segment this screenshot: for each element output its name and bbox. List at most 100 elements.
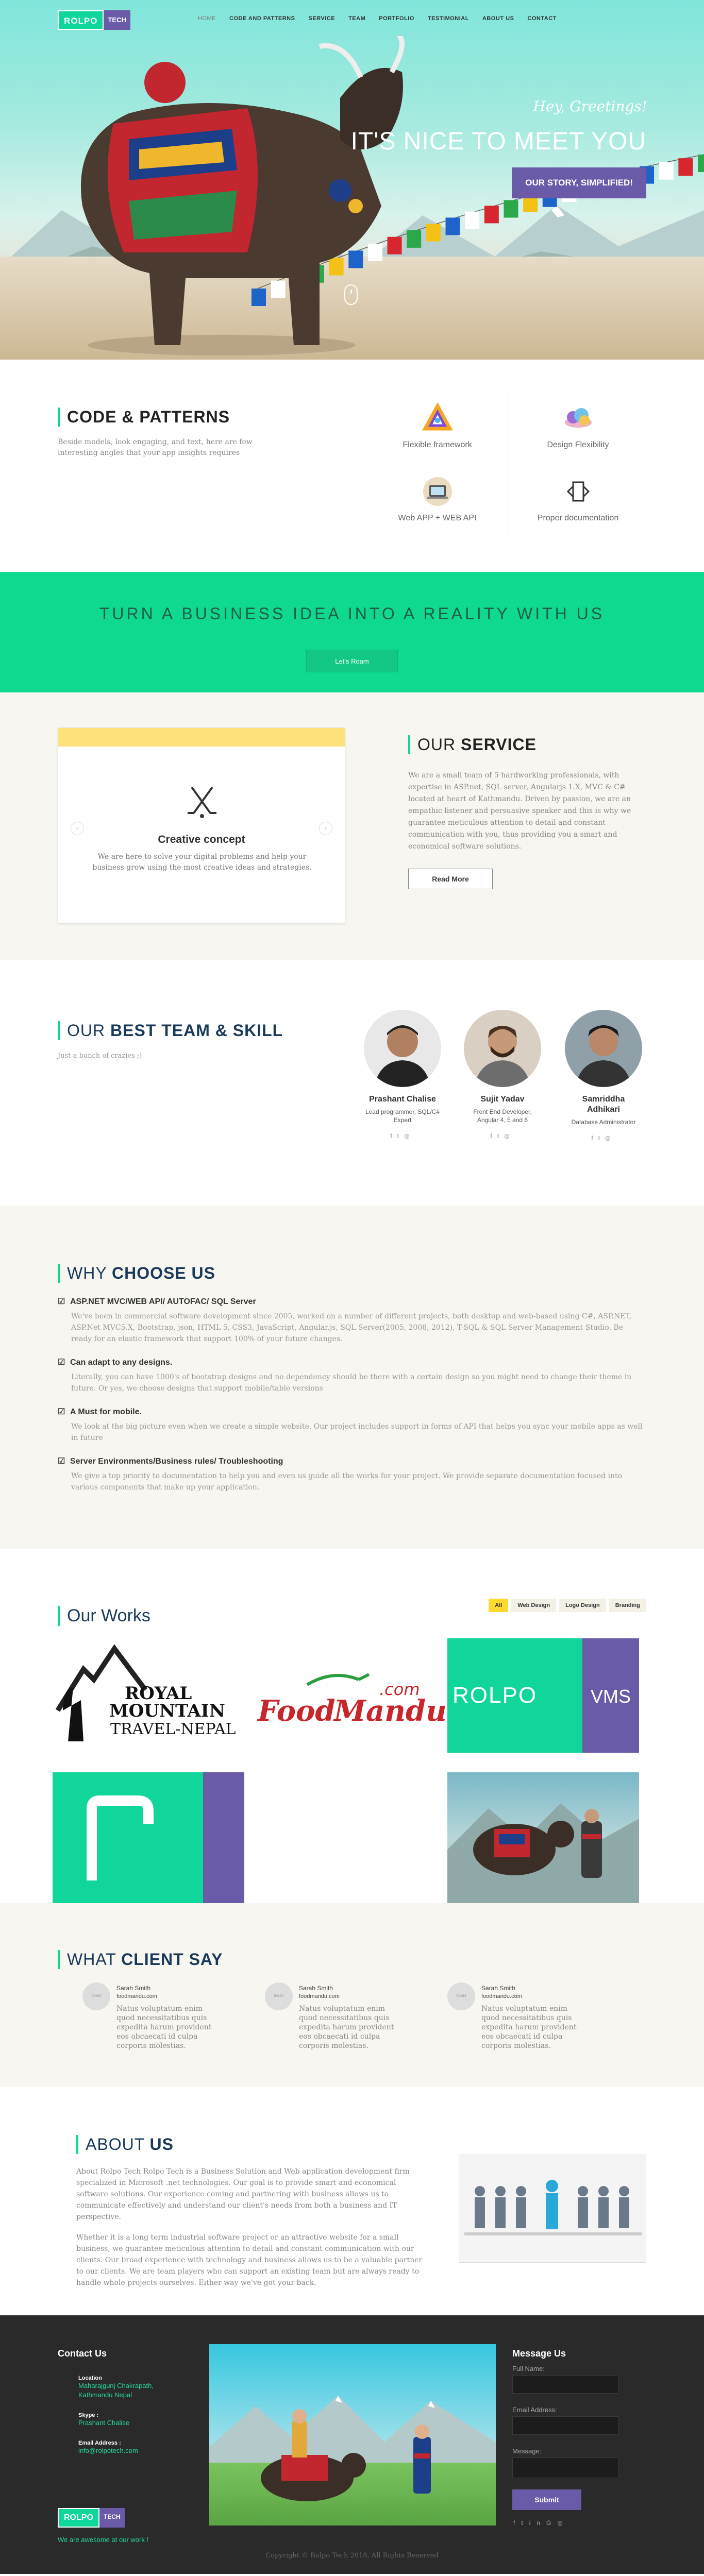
title-light: WHY — [67, 1264, 112, 1282]
email-input[interactable] — [512, 2416, 618, 2435]
why-title: WHY CHOOSE US — [58, 1264, 215, 1283]
navbar: ROLPO TECH HOME CODE AND PATTERNS SERVIC… — [0, 0, 704, 40]
prayer-flag — [659, 162, 674, 180]
banner-title: TURN A BUSINESS IDEA INTO A REALITY WITH… — [99, 604, 605, 623]
works-title: Our Works — [58, 1606, 150, 1626]
why-item-title: Can adapt to any designs. — [70, 1358, 173, 1367]
web-app-icon — [423, 477, 452, 506]
brand-logo[interactable]: ROLPO TECH — [58, 10, 130, 30]
nav-service[interactable]: SERVICE — [308, 15, 335, 22]
work-item-yak[interactable] — [447, 1772, 639, 1903]
twitter-icon[interactable]: t — [397, 1132, 404, 1140]
facebook-icon[interactable]: f — [490, 1132, 497, 1140]
client-name: Sarah Smith — [481, 1985, 516, 1992]
check-icon: ☑ — [58, 1408, 65, 1416]
title-bold: SERVICE — [461, 735, 537, 754]
nav-team[interactable]: TEAM — [348, 15, 365, 22]
why-item-title: ASP.NET MVC/WEB API/ AUTOFAC/ SQL Server — [70, 1297, 256, 1306]
hero-greeting: Hey, Greetings! — [533, 98, 647, 115]
avatar — [464, 1010, 541, 1087]
filter-logo-design[interactable]: Logo Design — [559, 1599, 606, 1612]
design-flexibility-icon — [564, 408, 592, 428]
email-field-label: Email Address: — [512, 2406, 557, 2414]
dribbble-icon[interactable]: ◎ — [404, 1132, 414, 1140]
hero-title: IT'S NICE TO MEET YOU — [350, 128, 646, 155]
filter-all[interactable]: All — [489, 1599, 509, 1612]
feature-card: Design Flexibility — [508, 392, 648, 465]
footer-social-icons: ftinG◎ — [513, 2519, 569, 2527]
client-avatar: 64x64 — [265, 1982, 293, 2010]
twitter-icon[interactable]: t — [521, 2519, 529, 2527]
client-section: WHAT CLIENT SAY 64x64 Sarah Smith foodma… — [0, 1903, 704, 2087]
github-icon[interactable]: ◎ — [504, 1132, 514, 1140]
twitter-icon[interactable]: t — [598, 1134, 605, 1142]
dribbble-icon[interactable]: ◎ — [557, 2519, 568, 2527]
nav-home[interactable]: HOME — [198, 15, 216, 22]
svg-text:Food: Food — [257, 1694, 336, 1728]
code-patterns-description: Beside models, look engaging, and text, … — [58, 438, 253, 457]
member-role: Front End Developer, Angular 4, 5 and 6 — [473, 1108, 532, 1124]
member-name: Samriddha Adhikari — [582, 1095, 625, 1114]
submit-button[interactable]: Submit — [512, 2489, 581, 2510]
carousel-next-icon[interactable]: › — [319, 822, 332, 835]
google-plus-icon[interactable]: G — [546, 2519, 557, 2527]
title-bold: CHOOSE US — [111, 1264, 215, 1282]
contact-info: Location Maharajgunj Chakrapath, Kathman… — [58, 2375, 161, 2455]
filter-branding[interactable]: Branding — [609, 1599, 646, 1612]
yak-artwork — [447, 1803, 639, 1903]
dribbble-icon[interactable]: ◎ — [605, 1134, 615, 1142]
why-item: ☑ Can adapt to any designs. Literally, yo… — [58, 1357, 645, 1394]
client-quote: Natus voluptatum enim quod necessitatibu… — [116, 2005, 212, 2050]
card-description: We are here to solve your digital proble… — [92, 853, 312, 872]
full-name-input[interactable] — [512, 2375, 618, 2394]
work-item-royal-mountain[interactable]: ROYAL MOUNTAIN TRAVEL-NEPAL — [53, 1638, 244, 1753]
nav-portfolio[interactable]: PORTFOLIO — [379, 15, 414, 22]
skype-value[interactable]: Prashant Chalise — [58, 2418, 161, 2428]
royal-mountain-logo: ROYAL MOUNTAIN TRAVEL-NEPAL — [55, 1644, 236, 1741]
why-list: ☑ ASP.NET MVC/WEB API/ AUTOFAC/ SQL Serve… — [58, 1296, 645, 1505]
check-icon: ☑ — [58, 1457, 65, 1466]
facebook-icon[interactable]: f — [591, 1134, 598, 1142]
why-item-text: Literally, you can have 1000's of bootst… — [71, 1373, 632, 1393]
work-item-rolpo-vms[interactable]: ROLPO VMS — [447, 1638, 639, 1753]
facebook-icon[interactable]: f — [390, 1132, 397, 1140]
prayer-flag — [465, 211, 480, 229]
our-story-button[interactable]: OUR STORY, SIMPLIFIED! — [512, 167, 646, 198]
linkedin-icon[interactable]: in — [529, 2519, 546, 2527]
prayer-flag — [678, 158, 693, 176]
check-icon: ☑ — [58, 1297, 65, 1306]
team-illustration — [459, 2155, 646, 2263]
message-title: Message Us — [512, 2348, 566, 2359]
about-title: ABOUT US — [76, 2135, 174, 2154]
twitter-icon[interactable]: t — [497, 1132, 504, 1140]
nav-testimonial[interactable]: TESTIMONIAL — [428, 15, 469, 22]
footer-logo[interactable]: ROLPO TECH — [58, 2508, 125, 2528]
nav-contact[interactable]: CONTACT — [527, 15, 556, 22]
logo-sub: TECH — [104, 10, 130, 30]
facebook-icon[interactable]: f — [513, 2519, 521, 2527]
lets-roam-button[interactable]: Let’s Roam — [306, 650, 398, 672]
foodmandu-logo: .com Food Mandu — [257, 1673, 447, 1728]
scroll-mouse-icon[interactable] — [344, 284, 358, 305]
work-item-foodmandu[interactable]: .com Food Mandu — [256, 1638, 447, 1753]
why-item: ☑ A Must for mobile. We look at the big p… — [58, 1406, 645, 1444]
filter-web-design[interactable]: Web Design — [511, 1599, 557, 1612]
read-more-button[interactable]: Read More — [408, 869, 493, 889]
testimonial-card: 64x64 Sarah Smith foodmandu.com Natus vo… — [423, 1979, 605, 2057]
r-logo — [87, 1795, 154, 1880]
client-name: Sarah Smith — [116, 1985, 151, 1992]
email-value[interactable]: info@rolpotech.com — [58, 2446, 161, 2455]
title-bold: BEST TEAM & SKILL — [110, 1021, 283, 1040]
nav-about[interactable]: ABOUT US — [482, 15, 514, 22]
message-textarea[interactable] — [512, 2458, 618, 2478]
carousel-prev-icon[interactable]: ‹ — [71, 822, 84, 835]
hockey-sticks-icon — [188, 786, 216, 818]
nav-code-patterns[interactable]: CODE AND PATTERNS — [229, 15, 295, 22]
documentation-icon — [566, 481, 590, 502]
member-name: Sujit Yadav — [480, 1095, 525, 1104]
works-section: Our Works All Web Design Logo Design Bra… — [0, 1549, 704, 1903]
work-item-rolpo-r[interactable] — [53, 1772, 244, 1903]
card-title: Creative concept — [158, 834, 245, 845]
code-patterns-section: CODE & PATTERNS Beside models, look enga… — [0, 360, 704, 572]
svg-text:MOUNTAIN: MOUNTAIN — [109, 1701, 225, 1721]
